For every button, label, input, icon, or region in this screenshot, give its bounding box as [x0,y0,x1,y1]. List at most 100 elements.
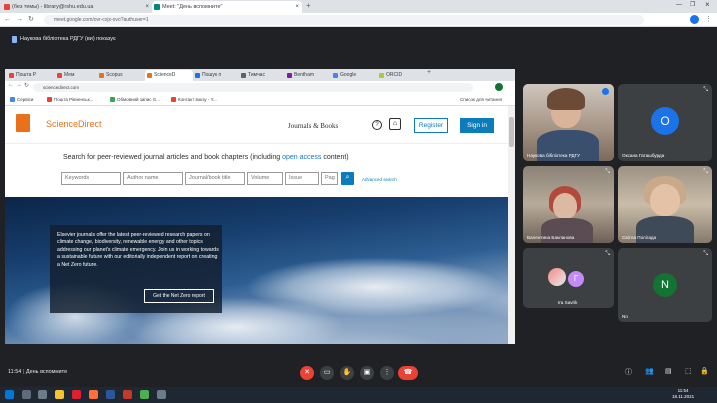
volume-input[interactable]: Volume [247,172,283,185]
meeting-info-separator: | [22,369,25,375]
pdf-icon[interactable] [123,390,132,399]
opera-icon[interactable] [72,390,81,399]
reading-list[interactable]: Список для читання [460,97,502,102]
new-tab-button[interactable]: + [306,1,311,10]
bookmark-item[interactable]: Сервіси [10,97,33,102]
advanced-search-link[interactable]: Advanced search [362,177,397,182]
shared-tab[interactable]: Пошук п [193,70,239,81]
sciencedirect-logo[interactable]: ScienceDirect [46,119,102,129]
shared-tab[interactable]: Тимчас [239,70,285,81]
shared-tab[interactable]: Мем [55,70,97,81]
minimize-button[interactable]: — [676,2,682,8]
raise-hand-icon[interactable]: ✋ [340,366,354,380]
close-icon[interactable]: × [145,1,149,13]
participant-name: Ira Savrik [558,300,578,305]
chrome-icon[interactable] [140,390,149,399]
help-icon[interactable]: ? [372,120,382,130]
net-zero-report-button[interactable]: Get the Net Zero report [144,289,214,303]
end-call-icon[interactable]: ☎ [398,366,418,380]
people-icon[interactable]: 👥 [645,367,654,375]
participant-name: Оксана Гаташбурда [622,153,665,158]
reload-icon[interactable]: ↻ [28,15,34,25]
window-close-button[interactable]: × [705,0,710,9]
meet-control-bar [0,352,717,387]
firefox-icon[interactable] [89,390,98,399]
pin-icon[interactable]: ⤡ [605,251,610,258]
more-options-icon[interactable]: ⋮ [380,366,394,380]
shared-url-field[interactable]: sciencedirect.com [33,83,473,92]
shared-tab[interactable]: Пошта Р [7,70,55,81]
profile-avatar[interactable] [495,83,503,91]
word-icon[interactable] [106,390,115,399]
back-icon[interactable]: ← [4,15,11,25]
participant-name: Nn [622,314,628,319]
activities-icon[interactable]: ⬚ [685,367,692,375]
register-button[interactable]: Register [414,118,448,133]
signin-button[interactable]: Sign in [460,118,494,133]
forward-icon[interactable]: → [16,82,22,88]
reload-icon[interactable]: ↻ [24,82,29,89]
present-icon [12,36,17,43]
bookmark-item[interactable]: Контакт вокзу - Y... [171,97,217,102]
participant-tile[interactable]: ⤡ О Оксана Гаташбурда [618,84,712,161]
info-icon[interactable]: ⓘ [625,367,632,377]
lock-icon[interactable]: 🔒 [700,367,709,375]
outer-url-field[interactable]: meet.google.com/ovr-cxjx-ovo?authuser=1 [44,15,644,25]
participant-name: Світла Полігада [622,235,657,240]
issue-input[interactable]: Issue [285,172,319,185]
new-tab-button[interactable]: + [427,69,431,76]
author-input[interactable]: Author name [123,172,183,185]
app-icon[interactable] [157,390,166,399]
task-view-icon[interactable] [38,390,47,399]
camera-icon[interactable]: ▭ [320,366,334,380]
taskbar-clock[interactable]: 11:54 18.11.2021 [672,388,694,400]
pages-input[interactable]: Pag [321,172,338,185]
keywords-input[interactable]: Keywords [61,172,121,185]
youtube-icon [171,97,176,102]
chat-icon[interactable]: ▤ [665,367,672,375]
shared-tab-label: Пошук п [202,72,222,78]
participant-tile[interactable]: ⤡ Світла Полігада [618,166,712,243]
windows-start-icon[interactable] [5,390,14,399]
maximize-button[interactable]: ❐ [690,1,695,8]
outer-tab-meet[interactable]: Meet: "День вспомните" × [152,1,302,13]
open-access-link[interactable]: open access [282,154,321,161]
pin-icon[interactable]: ⤡ [605,169,610,176]
shared-tab-active[interactable]: ScienceD [145,70,193,81]
journals-books-link[interactable]: Journals & Books [288,122,338,130]
bookmarks-bar: Сервіси Пошта Рівненськ... Обмовний запи… [5,94,515,106]
profile-avatar[interactable] [690,15,699,24]
elsevier-logo-icon[interactable] [16,114,30,132]
participant-tile[interactable]: Наукова бібліотека РДГУ [523,84,614,161]
bookmark-label: Обмовний запис G... [117,97,160,102]
participant-tile[interactable]: ⤡ N Nn [618,248,712,322]
forward-icon[interactable]: → [16,15,23,25]
bookmark-item[interactable]: Обмовний запис G... [110,97,160,102]
present-icon[interactable]: ▣ [360,366,374,380]
search-headline-text: Search for peer-reviewed journal article… [63,154,283,161]
explorer-icon[interactable] [55,390,64,399]
shared-tab[interactable]: Google [331,70,377,81]
shared-tab[interactable]: Scopus [97,70,145,81]
institution-icon[interactable]: ⌂ [389,118,401,130]
bookmark-item[interactable]: Пошта Рівненськ... [47,97,93,102]
pin-icon[interactable]: ⤡ [703,87,708,94]
participant-tile[interactable]: ⤡ Г Ira Savrik [523,248,614,308]
journal-input[interactable]: Journal/book title [185,172,245,185]
menu-icon[interactable]: ⋮ [705,15,712,25]
close-icon[interactable]: × [295,1,299,13]
pin-icon[interactable]: ⤡ [703,169,708,176]
participant-tile[interactable]: ⤡ Валентина Бакланова [523,166,614,243]
shared-screen: Пошта Р Мем Scopus ScienceD Пошук п Тимч… [5,69,515,344]
back-icon[interactable]: ← [8,82,14,88]
bookmark-label: Пошта Рівненськ... [54,97,94,102]
microphone-off-icon[interactable]: ✕ [300,366,314,380]
shared-tab[interactable]: ORCID [377,70,423,81]
shared-tab[interactable]: Bentham [285,70,331,81]
screen: (без темы) - library@rshu.edu.ua × Meet:… [0,0,717,403]
outer-tab-mail[interactable]: (без темы) - library@rshu.edu.ua × [2,1,152,13]
search-icon[interactable]: ⌕ [341,172,354,185]
pin-icon[interactable]: ⤡ [703,251,708,258]
scrollbar-thumb[interactable] [509,117,514,147]
search-icon[interactable] [22,390,31,399]
